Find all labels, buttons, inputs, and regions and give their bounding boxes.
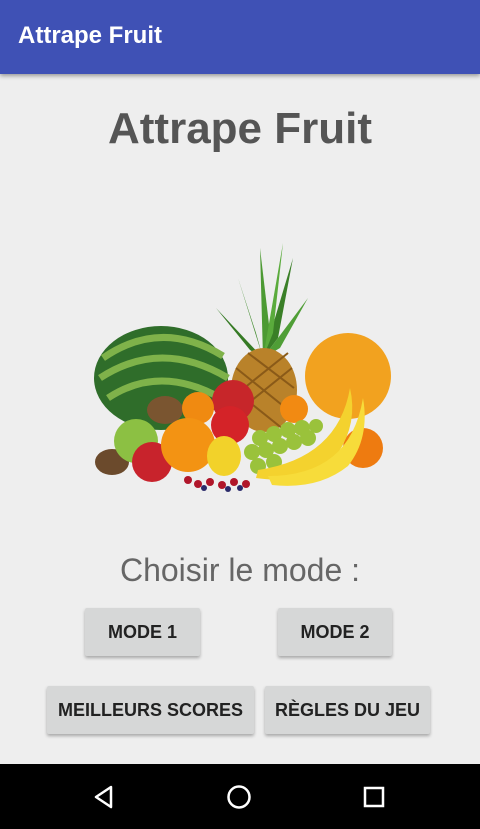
back-button[interactable] xyxy=(64,764,144,829)
recents-square-icon xyxy=(363,786,385,807)
mode-1-button[interactable]: MODE 1 xyxy=(85,608,200,656)
kiwi-icon xyxy=(147,396,183,424)
home-button[interactable] xyxy=(199,764,279,829)
choose-mode-label: Choisir le mode : xyxy=(119,552,361,588)
back-triangle-icon xyxy=(94,785,113,808)
navigation-bar xyxy=(0,764,480,829)
home-circle-icon xyxy=(227,784,251,809)
mode-2-button[interactable]: MODE 2 xyxy=(278,608,392,656)
recents-button[interactable] xyxy=(334,764,414,829)
app-bar: Attrape Fruit xyxy=(0,0,480,74)
app-bar-title: Attrape Fruit xyxy=(18,22,162,49)
lemon-icon xyxy=(207,436,241,476)
page-title: Attrape Fruit xyxy=(108,104,372,153)
game-rules-button[interactable]: RÈGLES DU JEU xyxy=(265,686,430,734)
best-scores-button[interactable]: MEILLEURS SCORES xyxy=(47,686,254,734)
pineapple-leaves-icon xyxy=(216,243,308,358)
fruit-image xyxy=(94,243,391,492)
